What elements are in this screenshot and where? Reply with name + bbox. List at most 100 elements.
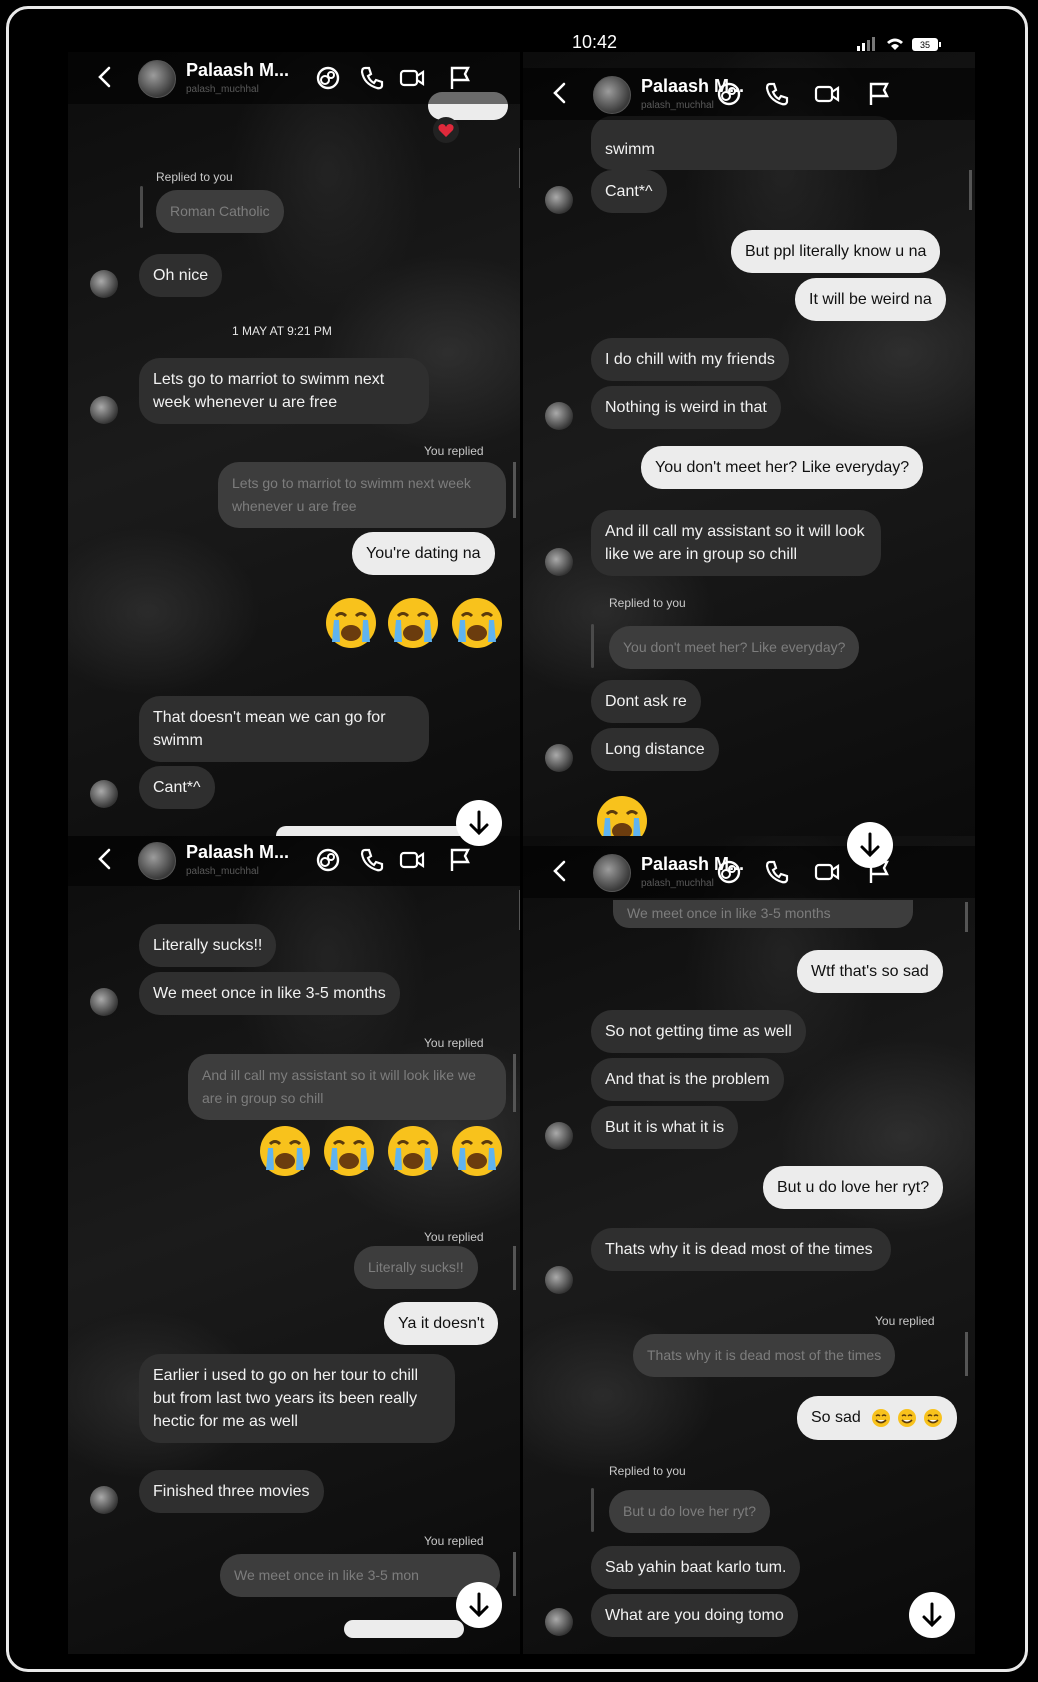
avatar[interactable] [593, 854, 631, 892]
scroll-down-arrow-icon[interactable] [456, 800, 502, 846]
avatar[interactable] [138, 60, 176, 98]
replied-label: You replied [875, 1314, 935, 1328]
contact-name[interactable]: Palaash M... [186, 60, 289, 81]
status-time: 10:42 [572, 32, 618, 52]
avatar [545, 1266, 573, 1294]
received-message[interactable]: swimm [591, 116, 897, 170]
received-message[interactable]: Dont ask re [591, 680, 701, 723]
quoted-message[interactable]: We meet once in like 3-5 months [613, 900, 913, 928]
received-message[interactable]: What are you doing tomo [591, 1594, 798, 1637]
avatar [545, 186, 573, 214]
sweat-smile-emoji-icon [872, 1409, 890, 1427]
scroll-down-arrow-icon[interactable] [909, 1592, 955, 1638]
avatar[interactable] [138, 842, 176, 880]
crying-emoji-icon [260, 1126, 310, 1176]
contact-username: palash_muchhal [186, 84, 259, 95]
back-arrow-icon[interactable] [545, 78, 575, 108]
sent-message[interactable]: It will be weird na [795, 278, 946, 321]
sent-message[interactable]: You don't meet her? Like everyday? [641, 446, 924, 489]
quoted-message[interactable]: Lets go to marriot to swimm next week wh… [218, 462, 506, 528]
crying-emoji-icon [326, 598, 376, 648]
received-message[interactable]: Finished three movies [139, 1470, 324, 1513]
sent-message[interactable]: You're dating na [352, 532, 495, 575]
scroll-down-arrow-icon[interactable] [456, 1582, 502, 1628]
received-message[interactable]: Earlier i used to go on her tour to chil… [139, 1354, 455, 1443]
flag-icon[interactable] [446, 846, 474, 874]
replied-label: You replied [424, 444, 484, 458]
replied-label: You replied [424, 1534, 484, 1548]
quoted-message[interactable]: We meet once in like 3-5 mon [220, 1554, 500, 1597]
sent-message[interactable]: Ya it doesn't [384, 1302, 499, 1345]
avatar [90, 396, 118, 424]
sticker-icon[interactable] [715, 858, 743, 886]
chat-panel-3[interactable]: Palaash M... palash_muchhal Literally su… [68, 836, 520, 1654]
chat-panel-1[interactable]: Palaash M... palash_muchhal Replied to y… [68, 52, 520, 870]
received-message[interactable]: Lets go to marriot to swimm next week wh… [139, 358, 429, 424]
flag-icon[interactable] [865, 80, 893, 108]
avatar [90, 780, 118, 808]
sent-message-partial[interactable] [344, 1620, 464, 1638]
received-message[interactable]: Long distance [591, 728, 719, 771]
received-message[interactable]: Cant*^ [139, 766, 215, 809]
sent-message[interactable]: So sad [797, 1396, 957, 1440]
replied-label: You replied [424, 1036, 484, 1050]
chat-header: Palaash M... palash_muchhal [523, 68, 975, 120]
received-message[interactable]: We meet once in like 3-5 months [139, 972, 400, 1015]
quoted-message[interactable]: You don't meet her? Like everyday? [609, 626, 860, 669]
replied-label: You replied [424, 1230, 484, 1244]
avatar [90, 988, 118, 1016]
avatar [545, 548, 573, 576]
chat-header: Palaash M... palash_muchhal [523, 846, 975, 898]
received-message[interactable]: And that is the problem [591, 1058, 784, 1101]
sent-message[interactable]: Wtf that's so sad [797, 950, 943, 993]
received-message[interactable]: I do chill with my friends [591, 338, 789, 381]
quoted-message[interactable]: Literally sucks!! [354, 1246, 478, 1289]
back-arrow-icon[interactable] [545, 856, 575, 886]
contact-username: palash_muchhal [641, 878, 714, 889]
phone-icon[interactable] [358, 846, 386, 874]
chat-panel-2[interactable]: Palaash M... palash_muchhal swimm Cant*^… [523, 52, 975, 870]
back-arrow-icon[interactable] [90, 844, 120, 874]
video-icon[interactable] [398, 846, 426, 874]
sweat-smile-emoji-icon [924, 1409, 942, 1427]
video-icon[interactable] [813, 858, 841, 886]
quoted-message[interactable]: But u do love her ryt? [609, 1490, 771, 1533]
chat-panel-4[interactable]: Palaash M... palash_muchhal We meet once… [523, 836, 975, 1654]
avatar [545, 744, 573, 772]
received-message[interactable]: Literally sucks!! [139, 924, 277, 967]
quoted-message[interactable]: And ill call my assistant so it will loo… [188, 1054, 506, 1120]
scroll-down-arrow-icon[interactable] [847, 822, 893, 868]
crying-emoji-icon [388, 598, 438, 648]
crying-emoji-icon [324, 1126, 374, 1176]
phone-icon[interactable] [763, 858, 791, 886]
quoted-message[interactable]: Roman Catholic [156, 190, 284, 233]
quoted-message[interactable]: Thats why it is dead most of the times [633, 1334, 896, 1377]
received-message[interactable]: Cant*^ [591, 170, 667, 213]
sticker-icon[interactable] [314, 846, 342, 874]
video-icon[interactable] [398, 64, 426, 92]
received-message[interactable]: That doesn't mean we can go for swimm [139, 696, 429, 762]
replied-label: Replied to you [609, 1464, 686, 1478]
sweat-smile-emoji-icon [898, 1409, 916, 1427]
received-message[interactable]: But it is what it is [591, 1106, 739, 1149]
received-message[interactable]: Thats why it is dead most of the times [591, 1228, 891, 1271]
contact-name[interactable]: Palaash M... [186, 842, 289, 863]
phone-icon[interactable] [358, 64, 386, 92]
received-message[interactable]: Nothing is weird in that [591, 386, 781, 429]
received-message[interactable]: Sab yahin baat karlo tum. [591, 1546, 801, 1589]
sticker-icon[interactable] [314, 64, 342, 92]
avatar [545, 1122, 573, 1150]
sticker-icon[interactable] [715, 80, 743, 108]
video-icon[interactable] [813, 80, 841, 108]
received-message[interactable]: Oh nice [139, 254, 223, 297]
avatar[interactable] [593, 76, 631, 114]
timestamp: 1 MAY AT 9:21 PM [232, 324, 332, 338]
sent-message[interactable]: But u do love her ryt? [763, 1166, 944, 1209]
back-arrow-icon[interactable] [90, 62, 120, 92]
flag-icon[interactable] [446, 64, 474, 92]
sent-message[interactable]: But ppl literally know u na [731, 230, 941, 273]
received-message[interactable]: So not getting time as well [591, 1010, 806, 1053]
avatar [545, 402, 573, 430]
phone-icon[interactable] [763, 80, 791, 108]
received-message[interactable]: And ill call my assistant so it will loo… [591, 510, 881, 576]
